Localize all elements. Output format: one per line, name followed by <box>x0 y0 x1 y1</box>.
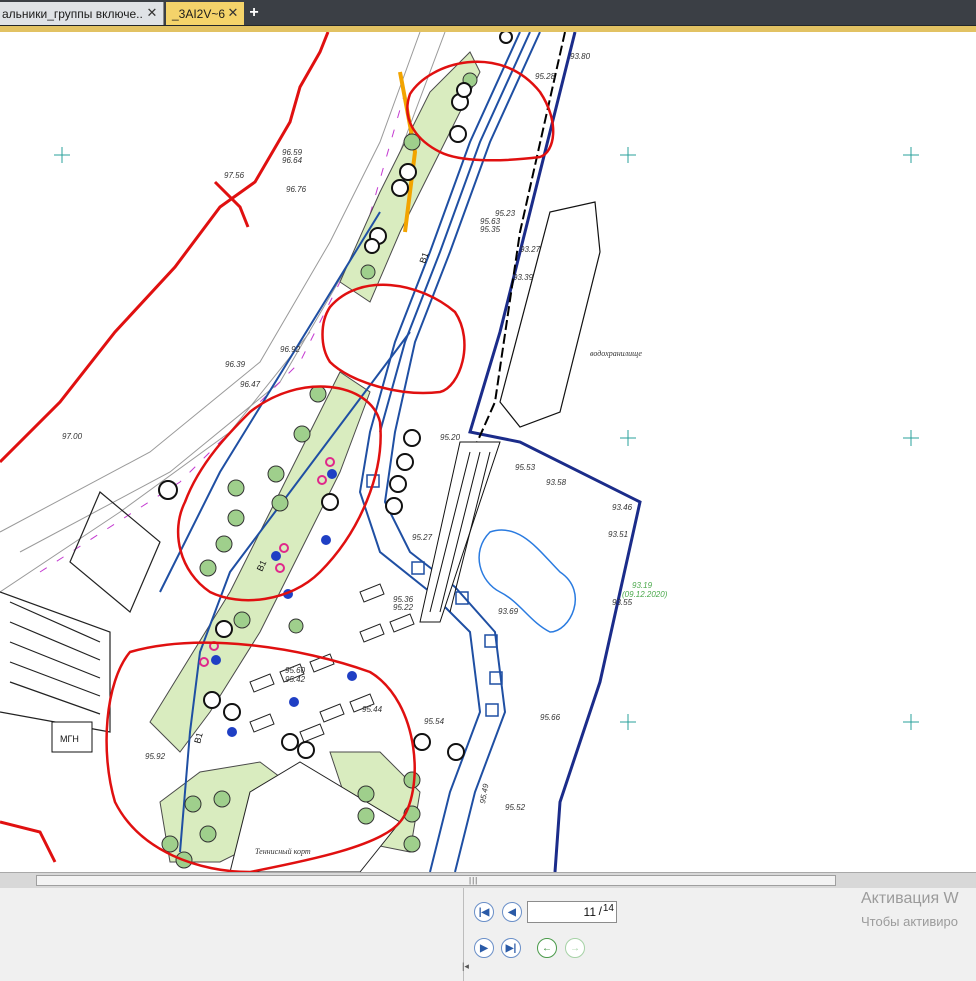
arrow-left-icon: ← <box>542 942 552 954</box>
scrollbar-grip: ||| <box>469 876 479 885</box>
elevation-label: 93.69 <box>498 607 519 616</box>
elevation-label: 93.39 <box>513 273 534 282</box>
elevation-label: 93.19 <box>632 581 653 590</box>
elevation-label: 95.92 <box>145 752 166 761</box>
elevation-label: 95.42 <box>285 675 306 684</box>
elevation-label: 95.54 <box>424 717 445 726</box>
elevation-label: 95.27 <box>412 533 433 542</box>
elevation-label: 96.39 <box>225 360 246 369</box>
page-separator: / <box>598 904 602 918</box>
tab-label: _3AI2V~6 <box>172 6 226 21</box>
elevation-label: 95.44 <box>362 705 383 714</box>
elevation-label: 93.51 <box>608 530 628 539</box>
elevation-label: 95.60 <box>285 666 306 675</box>
elevation-label: 95.66 <box>540 713 561 722</box>
first-page-button[interactable]: |◀ <box>474 902 494 922</box>
add-tab-icon[interactable]: + <box>246 4 262 22</box>
tennis-court-label: Теннисный корт <box>255 847 311 856</box>
elevation-label: 93.80 <box>570 52 591 61</box>
close-icon[interactable]: ✕ <box>145 5 159 21</box>
total-pages: 14 <box>602 903 614 914</box>
elevation-label: 93.58 <box>546 478 567 487</box>
drawing-canvas[interactable]: МГН водохранилище Теннисный корт В1 В1 В… <box>0 32 976 872</box>
elevation-label: 95.20 <box>440 433 461 442</box>
elevation-label: 96.47 <box>240 380 261 389</box>
b1-label: В1 <box>192 731 205 744</box>
elevation-label: 95.28 <box>535 72 556 81</box>
elevation-label: 93.55 <box>612 598 633 607</box>
elevation-label: 96.76 <box>286 185 307 194</box>
tab-label: альники_группы включе.. <box>2 6 143 21</box>
scrollbar-thumb[interactable]: ||| <box>36 875 836 886</box>
paving-blocks <box>249 583 415 743</box>
elevation-label: 96.92 <box>280 345 301 354</box>
forward-button[interactable]: → <box>565 938 585 958</box>
last-page-icon: ▶| <box>505 942 517 954</box>
mgn-label: МГН <box>60 734 79 744</box>
chevron-right-icon: ▶ <box>480 942 488 954</box>
elevation-label: 97.00 <box>62 432 83 441</box>
reservoir-shape <box>499 201 601 428</box>
elevation-label: 95.49 <box>478 783 490 805</box>
page-number-field[interactable]: 11 14 / <box>527 901 617 923</box>
road-lines <box>0 32 446 593</box>
elevation-label: 95.52 <box>505 803 526 812</box>
elevation-label: 95.22 <box>393 603 414 612</box>
next-page-button[interactable]: ▶ <box>474 938 494 958</box>
reservoir-label: водохранилище <box>590 349 642 358</box>
stairs-structure <box>419 441 501 623</box>
elevation-label: 93.46 <box>612 503 633 512</box>
arrow-right-icon: → <box>570 942 580 954</box>
red-boundary-line <box>0 32 330 464</box>
resize-handle[interactable]: |◂ <box>462 961 469 972</box>
last-page-button[interactable]: ▶| <box>501 938 521 958</box>
chevron-left-icon: ◀ <box>508 906 516 918</box>
bottom-panel: |◀ ◀ 11 14 / ▶ ▶| ← → |◂ Активация W Что… <box>0 888 976 981</box>
activation-watermark-subtitle: Чтобы активиро <box>861 914 959 929</box>
activation-watermark-title: Активация W <box>861 890 959 907</box>
first-page-icon: |◀ <box>478 906 490 918</box>
elevation-label: 97.56 <box>224 171 245 180</box>
parking-stalls <box>0 491 161 733</box>
red-boundary-lower <box>0 820 57 863</box>
elevation-label: 96.64 <box>282 156 303 165</box>
tab-bar: альники_группы включе.. ✕ _3AI2V~6 ✕ + <box>0 0 976 26</box>
elevation-label: 95.53 <box>515 463 536 472</box>
current-page[interactable]: 11 <box>584 905 596 919</box>
magenta-dashed-line <box>39 91 406 573</box>
elevation-label: 95.35 <box>480 225 501 234</box>
tab-document-1[interactable]: альники_группы включе.. ✕ <box>0 2 164 25</box>
back-button[interactable]: ← <box>537 938 557 958</box>
site-plan-drawing: МГН водохранилище Теннисный корт В1 В1 В… <box>0 32 919 872</box>
water-feature <box>478 529 577 633</box>
close-icon[interactable]: ✕ <box>226 5 240 21</box>
elevation-label: 93.27 <box>520 245 541 254</box>
app-window: альники_группы включе.. ✕ _3AI2V~6 ✕ + М… <box>0 0 976 981</box>
previous-page-button[interactable]: ◀ <box>502 902 522 922</box>
horizontal-scrollbar[interactable]: ||| <box>0 872 976 888</box>
tab-document-2[interactable]: _3AI2V~6 ✕ <box>166 2 244 25</box>
